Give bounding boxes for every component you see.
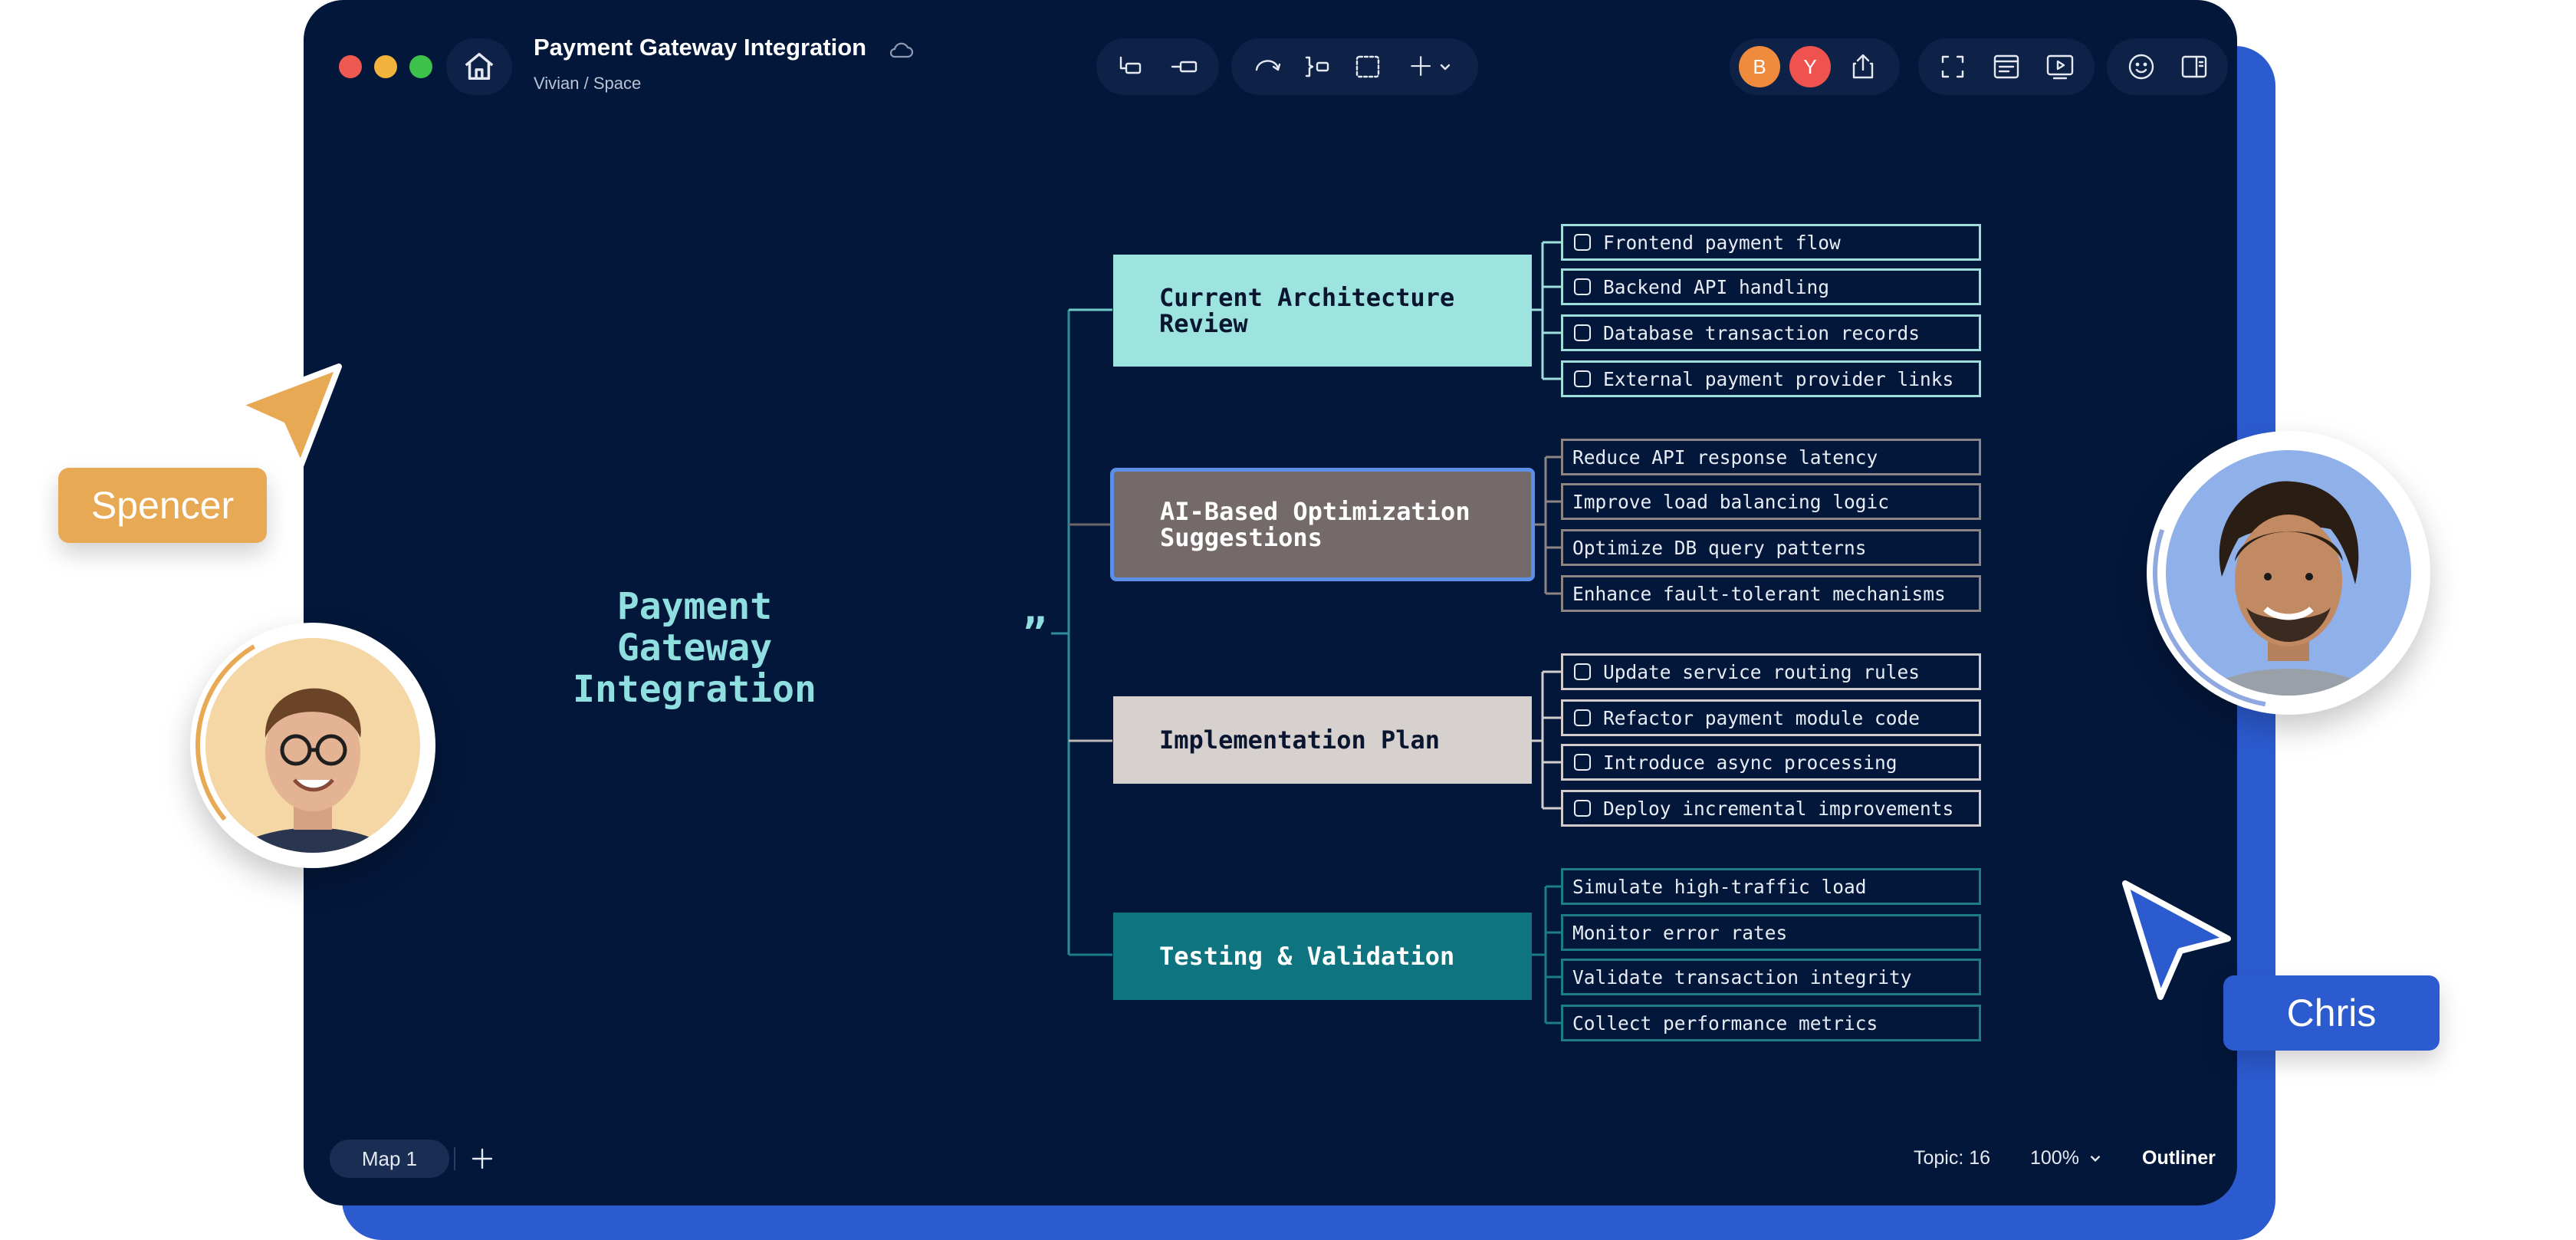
- chris-avatar: [2147, 431, 2430, 715]
- topic-count: Topic: 16: [1914, 1147, 1991, 1169]
- subtopic-item[interactable]: Simulate high-traffic load: [1561, 868, 1981, 905]
- spencer-portrait-icon: [196, 628, 430, 863]
- zoom-dropdown[interactable]: 100%: [2030, 1143, 2104, 1173]
- checkbox-icon[interactable]: [1574, 800, 1591, 817]
- branch-ai-optimization-suggestions[interactable]: AI-Based Optimization Suggestions: [1110, 468, 1535, 581]
- subtopic-item[interactable]: Collect performance metrics: [1561, 1005, 1981, 1041]
- subtopic-item[interactable]: Database transaction records: [1561, 314, 1981, 351]
- branch-testing-validation[interactable]: Testing & Validation: [1113, 913, 1532, 1000]
- subtopic-item[interactable]: Introduce async processing: [1561, 744, 1981, 781]
- subtopic-item[interactable]: Frontend payment flow: [1561, 224, 1981, 261]
- checkbox-icon[interactable]: [1574, 663, 1591, 680]
- spencer-avatar: [190, 623, 435, 868]
- branch-current-architecture-review[interactable]: Current Architecture Review: [1113, 255, 1532, 367]
- checkbox-icon[interactable]: [1574, 709, 1591, 726]
- app-window: Payment Gateway Integration Vivian / Spa…: [304, 0, 2237, 1205]
- central-topic[interactable]: Payment Gateway Integration: [534, 586, 856, 710]
- spencer-cursor-icon: [235, 363, 342, 469]
- subtopic-item[interactable]: Reduce API response latency: [1561, 439, 1981, 475]
- add-sheet-button[interactable]: [466, 1143, 498, 1175]
- subtopic-item[interactable]: Optimize DB query patterns: [1561, 529, 1981, 566]
- branch-implementation-plan[interactable]: Implementation Plan: [1113, 696, 1532, 784]
- chevron-down-icon: [2090, 1155, 2101, 1163]
- subtopic-item[interactable]: Backend API handling: [1561, 268, 1981, 305]
- checkbox-icon[interactable]: [1574, 278, 1591, 295]
- subtopic-item[interactable]: Deploy incremental improvements: [1561, 790, 1981, 827]
- sheet-tab-map-1[interactable]: Map 1: [330, 1140, 449, 1178]
- tab-divider: [454, 1147, 455, 1170]
- checkbox-icon[interactable]: [1574, 370, 1591, 387]
- subtopic-item[interactable]: Enhance fault-tolerant mechanisms: [1561, 575, 1981, 612]
- zoom-level: 100%: [2030, 1146, 2079, 1169]
- checkbox-icon[interactable]: [1574, 234, 1591, 251]
- outliner-button[interactable]: Outliner: [2142, 1147, 2216, 1169]
- chris-name-tag: Chris: [2223, 975, 2440, 1051]
- add-icon: [472, 1148, 493, 1169]
- subtopic-item[interactable]: External payment provider links: [1561, 360, 1981, 397]
- checkbox-icon[interactable]: [1574, 324, 1591, 341]
- subtopic-item[interactable]: Update service routing rules: [1561, 653, 1981, 690]
- subtopic-item[interactable]: Refactor payment module code: [1561, 699, 1981, 736]
- subtopic-item[interactable]: Monitor error rates: [1561, 914, 1981, 951]
- subtopic-item[interactable]: Improve load balancing logic: [1561, 483, 1981, 520]
- chris-portrait-icon: [2153, 437, 2424, 709]
- spencer-name-tag: Spencer: [58, 468, 267, 543]
- note-marker-icon: ”: [1023, 610, 1047, 656]
- checkbox-icon[interactable]: [1574, 754, 1591, 771]
- chris-cursor-icon: [2122, 880, 2231, 1000]
- subtopic-item[interactable]: Validate transaction integrity: [1561, 959, 1981, 995]
